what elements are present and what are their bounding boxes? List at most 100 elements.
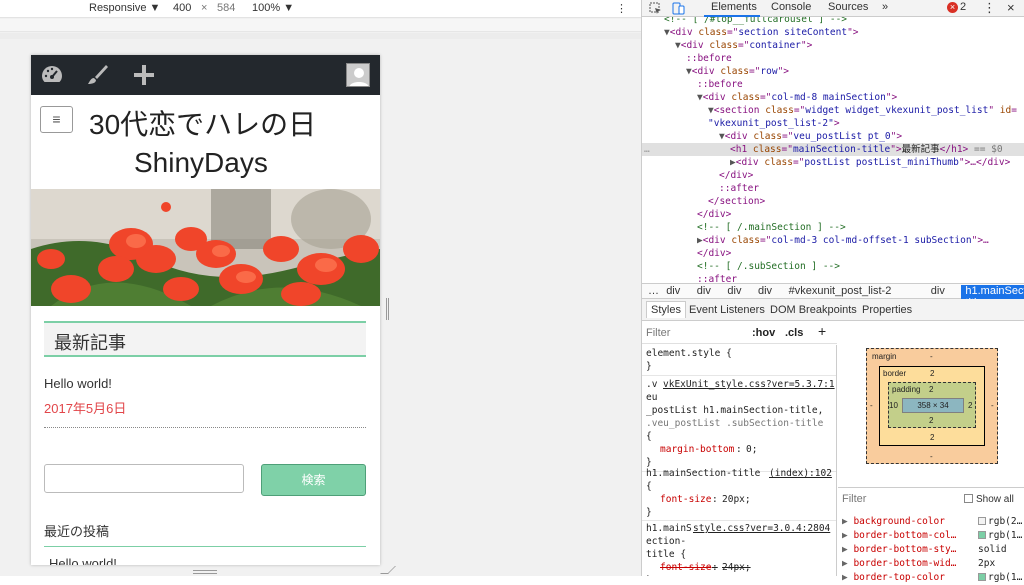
dom-node-line[interactable]: ▼<section class="widget widget_vkexunit_… <box>708 104 1017 117</box>
computed-property-row[interactable]: ▶ background-color rgb(2… <box>842 515 1024 529</box>
tab-styles[interactable]: Styles <box>646 301 686 318</box>
dom-node-line[interactable]: </div> <box>697 247 731 260</box>
margin-bottom-value[interactable]: - <box>930 452 933 461</box>
color-swatch-icon[interactable] <box>978 573 986 581</box>
box-padding[interactable]: padding 2 2 10 2 358 × 34 <box>888 382 976 428</box>
rule-selector[interactable]: element.style { <box>646 347 732 360</box>
width-input[interactable]: 400 <box>173 2 191 14</box>
expand-arrow-icon[interactable]: ▶ <box>842 572 853 583</box>
tab-dom-breakpoints[interactable]: DOM Breakpoints <box>770 304 857 316</box>
rule-selector[interactable]: title { <box>646 548 686 561</box>
border-bottom-value[interactable]: 2 <box>930 433 934 442</box>
corner-resize-handle[interactable] <box>380 566 396 574</box>
css-property-value[interactable]: 20px; <box>722 493 751 506</box>
dom-node-line[interactable]: <!-- [ /.mainSection ] --> <box>697 221 846 234</box>
css-property-value[interactable]: 0; <box>746 443 757 456</box>
dom-node-line[interactable]: ▼<div class="veu_postList pt_0"> <box>719 130 902 143</box>
rule-source-link[interactable]: (index):102 <box>769 467 832 480</box>
margin-top-value[interactable]: - <box>930 352 933 361</box>
error-icon[interactable]: × <box>947 2 958 13</box>
rule-source-link[interactable]: vkExUnit_style.css?ver=5.3.7:1 <box>663 378 835 391</box>
post-title-link[interactable]: Hello world! <box>44 376 112 391</box>
recent-post-link[interactable]: Hello world! <box>49 556 117 565</box>
breadcrumb-item[interactable]: div <box>666 285 680 297</box>
dom-node-line[interactable]: ::after <box>697 273 737 283</box>
padding-right-value[interactable]: 2 <box>968 401 972 410</box>
margin-left-value[interactable]: - <box>870 401 873 410</box>
computed-property-row[interactable]: ▶ border-bottom-sty… solid <box>842 543 1024 557</box>
dom-node-line[interactable]: ▶<div class="postList postList_miniThumb… <box>730 156 1010 169</box>
new-rule-button[interactable]: + <box>818 323 826 339</box>
tab-properties[interactable]: Properties <box>862 304 912 316</box>
expand-arrow-icon[interactable]: ▶ <box>842 530 853 541</box>
close-devtools-icon[interactable]: × <box>1007 0 1015 15</box>
computed-property-row[interactable]: ▶ border-bottom-wid… 2px <box>842 557 1024 571</box>
tab-sources[interactable]: Sources <box>828 1 868 13</box>
hover-state-toggle[interactable]: :hov <box>752 327 775 339</box>
show-all-checkbox[interactable]: Show all <box>964 494 1014 505</box>
computed-filter-input[interactable]: Filter <box>842 493 866 505</box>
dom-node-line[interactable]: ::before <box>697 78 743 91</box>
dom-node-line[interactable]: "vkexunit_post_list-2"> <box>708 117 840 130</box>
height-resize-handle[interactable] <box>193 570 217 574</box>
dom-node-line[interactable]: ::after <box>719 182 759 195</box>
padding-left-value[interactable]: 10 <box>889 401 898 410</box>
breadcrumb-item[interactable]: div <box>727 285 741 297</box>
rule-selector[interactable]: eu <box>646 391 657 404</box>
device-toolbar-icon[interactable] <box>672 2 685 15</box>
rule-selector[interactable]: h1.mainS <box>646 522 692 535</box>
user-avatar[interactable] <box>346 63 370 87</box>
computed-property-row[interactable]: ▶ border-bottom-col… rgb(1… <box>842 529 1024 543</box>
error-count[interactable]: 2 <box>960 1 966 13</box>
site-title-line2[interactable]: ShinyDays <box>134 147 268 179</box>
more-options-icon[interactable]: ⋮ <box>616 2 627 15</box>
zoom-select[interactable]: 100% ▼ <box>252 2 294 14</box>
search-input[interactable] <box>44 464 244 493</box>
dom-node-line[interactable]: </section> <box>708 195 765 208</box>
dom-node-line[interactable]: </div> <box>697 208 731 221</box>
box-border[interactable]: border 2 2 padding 2 2 10 2 358 × 34 <box>879 366 985 446</box>
width-resize-handle[interactable] <box>386 298 389 320</box>
margin-right-value[interactable]: - <box>991 401 994 410</box>
expand-arrow-icon[interactable]: ▶ <box>842 558 853 569</box>
rule-selector[interactable]: h1.mainSection-title <box>646 467 760 480</box>
dashboard-icon[interactable] <box>40 63 64 87</box>
new-content-plus-icon[interactable] <box>132 63 156 87</box>
dom-node-line[interactable]: </div> <box>719 169 753 182</box>
dom-node-line[interactable]: <h1 class="mainSection-title">最新記事</h1> … <box>730 143 1003 156</box>
computed-property-row[interactable]: ▶ border-top-color rgb(1… <box>842 571 1024 585</box>
dom-node-line[interactable]: ▼<div class="row"> <box>686 65 789 78</box>
breadcrumb-item[interactable]: div <box>758 285 772 297</box>
search-button[interactable]: 検索 <box>261 464 366 496</box>
site-title-line1[interactable]: 30代恋でハレの日 <box>89 103 316 143</box>
menu-toggle-button[interactable]: ≡ <box>40 106 73 133</box>
dom-node-line[interactable]: ▼<div class="col-md-8 mainSection"> <box>697 91 897 104</box>
rule-selector[interactable]: .veu_postList .subSection-title <box>646 417 823 430</box>
tab-console[interactable]: Console <box>771 1 811 13</box>
expand-arrow-icon[interactable]: ▶ <box>842 516 853 527</box>
padding-bottom-value[interactable]: 2 <box>929 416 933 425</box>
border-top-value[interactable]: 2 <box>930 369 934 378</box>
css-property-value-overridden[interactable]: 24px; <box>722 561 751 574</box>
more-tabs-icon[interactable]: » <box>882 1 888 13</box>
box-content-size[interactable]: 358 × 34 <box>902 398 964 413</box>
expand-arrow-icon[interactable]: ▶ <box>842 544 853 555</box>
breadcrumb-item[interactable]: #vkexunit_post_list-2 <box>789 285 892 297</box>
color-swatch-icon[interactable] <box>978 517 986 525</box>
tab-elements[interactable]: Elements <box>711 1 757 13</box>
tab-event-listeners[interactable]: Event Listeners <box>689 304 765 316</box>
rule-selector[interactable]: .v <box>646 378 657 391</box>
css-property-name[interactable]: font-size <box>660 493 711 506</box>
rule-source-link[interactable]: style.css?ver=3.0.4:2804 <box>693 522 830 535</box>
padding-top-value[interactable]: 2 <box>929 385 933 394</box>
rule-selector[interactable]: ection- <box>646 535 686 548</box>
devtools-menu-icon[interactable]: ⋮ <box>983 0 996 16</box>
box-margin[interactable]: margin - - - - border 2 2 padding 2 2 10… <box>866 348 998 464</box>
breadcrumb-item[interactable]: div <box>697 285 711 297</box>
checkbox-icon[interactable] <box>964 494 973 503</box>
dom-node-line[interactable]: <!-- [ /#top__fullcarousel ] --> <box>664 17 847 26</box>
dom-node-line[interactable]: ▼<div class="container"> <box>675 39 812 52</box>
dom-node-line[interactable]: <!-- [ /.subSection ] --> <box>697 260 840 273</box>
customize-brush-icon[interactable] <box>86 63 110 87</box>
rule-selector[interactable]: _postList h1.mainSection-title, <box>646 404 823 417</box>
